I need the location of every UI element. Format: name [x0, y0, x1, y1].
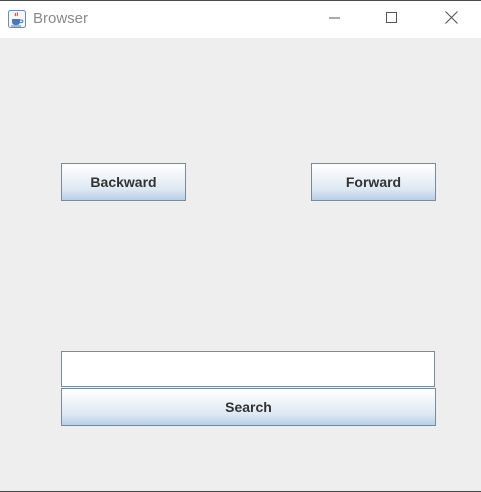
search-button[interactable]: Search [61, 388, 436, 426]
maximize-icon [386, 11, 398, 29]
java-cup-icon[interactable] [8, 10, 26, 28]
window-title: Browser [33, 10, 89, 27]
close-icon [444, 10, 458, 29]
minimize-icon [329, 11, 341, 29]
title-bar[interactable]: Browser [0, 1, 481, 38]
backward-button[interactable]: Backward [61, 163, 186, 201]
content-pane: Backward Forward Search [0, 38, 481, 491]
search-input[interactable] [61, 351, 435, 387]
browser-window: Browser Backward Forward Search [0, 0, 481, 492]
close-button[interactable] [428, 1, 474, 38]
minimize-button[interactable] [312, 1, 358, 38]
forward-button[interactable]: Forward [311, 163, 436, 201]
maximize-button[interactable] [369, 1, 415, 38]
